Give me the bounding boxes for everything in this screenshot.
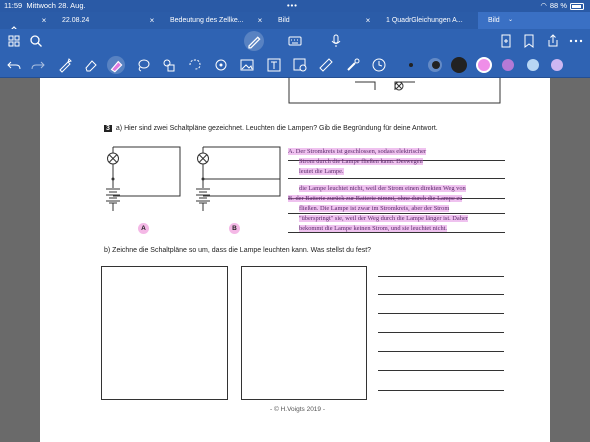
close-tab-icon[interactable]: × <box>148 12 156 29</box>
answer-b-line-2: B. der Batterie zurück zur Batterie nimm… <box>288 195 463 202</box>
tab-2[interactable]: × Bedeutung des Zellke... <box>148 12 254 29</box>
drawing-box-b[interactable] <box>241 266 367 400</box>
color-pink-dot[interactable] <box>476 57 492 73</box>
tab-3[interactable]: × Bild <box>256 12 362 29</box>
tab-1[interactable]: × 22.08.24 <box>40 12 146 29</box>
answer-a-line-1: A. Der Stromkreis ist geschlossen, sodas… <box>288 148 427 155</box>
answer-b-line-4: "überspringt" sie, weil der Weg durch di… <box>299 215 468 222</box>
previous-circuit-diagram <box>288 78 501 104</box>
worksheet-page[interactable]: 3 a) Hier sind zwei Schaltpläne gezeichne… <box>40 78 550 442</box>
keyboard-icon[interactable] <box>287 33 303 49</box>
lasso-icon[interactable] <box>135 57 151 73</box>
new-page-icon[interactable] <box>498 33 514 49</box>
observation-line <box>378 370 504 371</box>
color-lightblue-dot[interactable] <box>527 59 539 71</box>
multitasking-dots-icon[interactable]: ••• <box>287 0 298 12</box>
answer-a-line-3: leutet die Lampe. <box>299 168 344 175</box>
redo-icon[interactable] <box>30 57 46 73</box>
circuit-label-a: A <box>138 223 149 234</box>
task-b-text: b) Zeichne die Schaltpläne so um, dass d… <box>104 247 372 254</box>
color-purple-dot[interactable] <box>502 59 514 71</box>
circuit-diagram-b <box>196 146 281 211</box>
image-icon[interactable] <box>239 57 255 73</box>
task-heading: 3 a) Hier sind zwei Schaltpläne gezeichne… <box>104 125 438 132</box>
observation-line <box>378 276 504 277</box>
circuit-diagram-a <box>106 146 181 211</box>
ruler-icon[interactable] <box>318 57 334 73</box>
answer-a-line-2: Strom durch die Lampe fließen kann. Desw… <box>299 158 423 165</box>
observation-line <box>378 332 504 333</box>
task-number: 3 <box>104 125 112 132</box>
pen-tool-icon[interactable] <box>57 57 73 73</box>
pencil-mode-icon[interactable] <box>244 31 264 51</box>
share-icon[interactable] <box>545 33 561 49</box>
scan-icon[interactable] <box>292 57 308 73</box>
answer-b-line-3: fließen. Die Lampe ist zwar im Stromkrei… <box>299 205 450 212</box>
answer-b-line-5: bekommt die Lampe keinen Strom, und sie … <box>299 225 448 232</box>
close-tab-icon[interactable]: × <box>40 12 48 29</box>
sticker-icon[interactable] <box>213 57 229 73</box>
more-icon[interactable] <box>568 33 584 49</box>
close-tab-icon[interactable]: × <box>256 12 264 29</box>
drawing-box-a[interactable] <box>101 266 228 400</box>
top-toolbar <box>0 29 590 52</box>
clock-icon[interactable] <box>371 57 387 73</box>
page-footer: - © H.Voigts 2019 - <box>270 406 326 413</box>
text-tool-icon[interactable] <box>266 57 282 73</box>
highlighter-icon[interactable] <box>107 56 125 74</box>
observation-line <box>378 351 504 352</box>
search-icon[interactable] <box>28 33 44 49</box>
microphone-icon[interactable] <box>328 33 344 49</box>
color-lavender-dot[interactable] <box>551 59 563 71</box>
observation-line <box>378 390 504 391</box>
status-right: ◠ 88 % <box>540 0 584 12</box>
observation-line <box>378 313 504 314</box>
pen-size-medium-fill <box>432 61 440 69</box>
pen-size-small-dot[interactable] <box>409 63 413 67</box>
bookmark-icon[interactable] <box>521 33 537 49</box>
drawing-toolbar <box>0 52 590 78</box>
wifi-icon: ◠ <box>540 1 547 10</box>
grid-view-icon[interactable] <box>6 33 22 49</box>
tab-bar: × 22.08.24 × Bedeutung des Zellke... × B… <box>0 12 590 38</box>
laser-pointer-icon[interactable] <box>345 57 361 73</box>
lasso-select-icon[interactable] <box>187 57 203 73</box>
observation-line <box>378 294 504 295</box>
answer-line <box>288 178 505 179</box>
battery-percent: 88 % <box>549 1 567 10</box>
status-bar: 11:59 Mittwoch 28. Aug. ••• ◠ 88 % <box>0 0 590 12</box>
chevron-down-icon[interactable]: ⌄ <box>508 12 513 29</box>
document-canvas[interactable]: 3 a) Hier sind zwei Schaltpläne gezeichne… <box>0 78 590 442</box>
pen-size-large-dot[interactable] <box>451 57 467 73</box>
tab-4[interactable]: × 1 QuadrGleichungen A... <box>364 12 476 29</box>
close-tab-icon[interactable]: × <box>364 12 372 29</box>
status-time: 11:59 Mittwoch 28. Aug. <box>4 1 86 10</box>
battery-icon <box>570 2 584 10</box>
task-a-text: a) Hier sind zwei Schaltpläne gezeichnet… <box>115 125 438 132</box>
undo-icon[interactable] <box>6 57 22 73</box>
shapes-icon[interactable] <box>161 57 177 73</box>
eraser-icon[interactable] <box>83 57 99 73</box>
answer-b-line-1: die Lampe leuchtet nicht, weil der Strom… <box>299 185 466 192</box>
circuit-label-b: B <box>229 223 240 234</box>
tab-5-active[interactable]: Bild ⌄ <box>478 12 590 29</box>
